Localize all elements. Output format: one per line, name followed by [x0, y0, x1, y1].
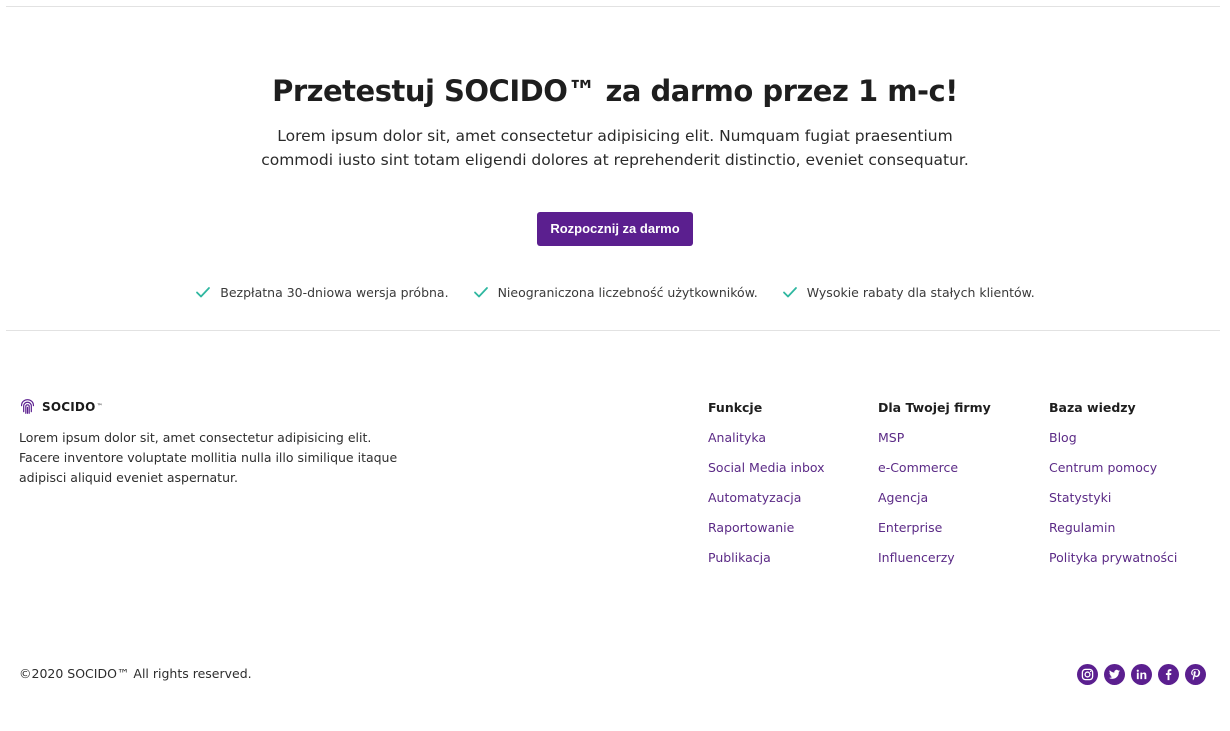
footer-link[interactable]: MSP: [878, 429, 991, 447]
footer-link[interactable]: Publikacja: [708, 549, 825, 567]
start-free-button[interactable]: Rozpocznij za darmo: [537, 212, 693, 246]
pinterest-icon[interactable]: [1185, 664, 1206, 685]
feature-item: Nieograniczona liczebność użytkowników.: [473, 284, 758, 300]
footer-link[interactable]: Enterprise: [878, 519, 991, 537]
cta-title: Przetestuj SOCIDO™ za darmo przez 1 m-c!: [272, 74, 958, 108]
footer-link[interactable]: Agencja: [878, 489, 991, 507]
instagram-icon[interactable]: [1077, 664, 1098, 685]
brand-name: SOCIDO: [42, 399, 96, 414]
linkedin-icon[interactable]: [1131, 664, 1152, 685]
footer-link[interactable]: Automatyzacja: [708, 489, 825, 507]
footer-brand[interactable]: SOCIDO ™: [19, 398, 102, 415]
check-icon: [782, 287, 797, 298]
column-title: Funkcje: [708, 400, 763, 415]
footer-link[interactable]: Influencerzy: [878, 549, 991, 567]
brand-trademark: ™: [96, 403, 103, 410]
feature-item: Wysokie rabaty dla stałych klientów.: [782, 284, 1035, 300]
cta-section: Przetestuj SOCIDO™ za darmo przez 1 m-c!…: [0, 60, 1230, 246]
footer-link[interactable]: Analityka: [708, 429, 825, 447]
footer-link[interactable]: Regulamin: [1049, 519, 1177, 537]
feature-list: Bezpłatna 30-dniowa wersja próbna. Nieog…: [0, 284, 1230, 300]
footer-link[interactable]: e-Commerce: [878, 459, 991, 477]
footer-link[interactable]: Raportowanie: [708, 519, 825, 537]
footer-link[interactable]: Social Media inbox: [708, 459, 825, 477]
column-title: Baza wiedzy: [1049, 400, 1136, 415]
footer-link[interactable]: Polityka prywatności: [1049, 549, 1177, 567]
feature-label: Wysokie rabaty dla stałych klientów.: [806, 284, 1035, 300]
fingerprint-icon: [20, 399, 35, 414]
check-icon: [473, 287, 488, 298]
feature-label: Bezpłatna 30-dniowa wersja próbna.: [220, 284, 449, 300]
top-divider: [6, 6, 1220, 7]
column-title: Dla Twojej firmy: [878, 400, 991, 415]
footer-link[interactable]: Centrum pomocy: [1049, 459, 1177, 477]
footer-column-knowledge: Baza wiedzy Blog Centrum pomocy Statysty…: [1049, 399, 1177, 579]
copyright-text: ©2020 SOCIDO™ All rights reserved.: [19, 666, 252, 681]
feature-item: Bezpłatna 30-dniowa wersja próbna.: [195, 284, 449, 300]
footer-about-text: Lorem ipsum dolor sit, amet consectetur …: [19, 430, 398, 485]
social-links: [1077, 664, 1206, 685]
twitter-icon[interactable]: [1104, 664, 1125, 685]
section-divider: [6, 330, 1220, 331]
cta-description: Lorem ipsum dolor sit, amet consectetur …: [261, 127, 969, 169]
footer-column-business: Dla Twojej firmy MSP e-Commerce Agencja …: [878, 399, 991, 579]
footer-link[interactable]: Blog: [1049, 429, 1177, 447]
check-icon: [196, 287, 211, 298]
feature-label: Nieograniczona liczebność użytkowników.: [497, 284, 758, 300]
footer-link[interactable]: Statystyki: [1049, 489, 1177, 507]
footer-column-funkcje: Funkcje Analityka Social Media inbox Aut…: [708, 399, 825, 579]
facebook-icon[interactable]: [1158, 664, 1179, 685]
